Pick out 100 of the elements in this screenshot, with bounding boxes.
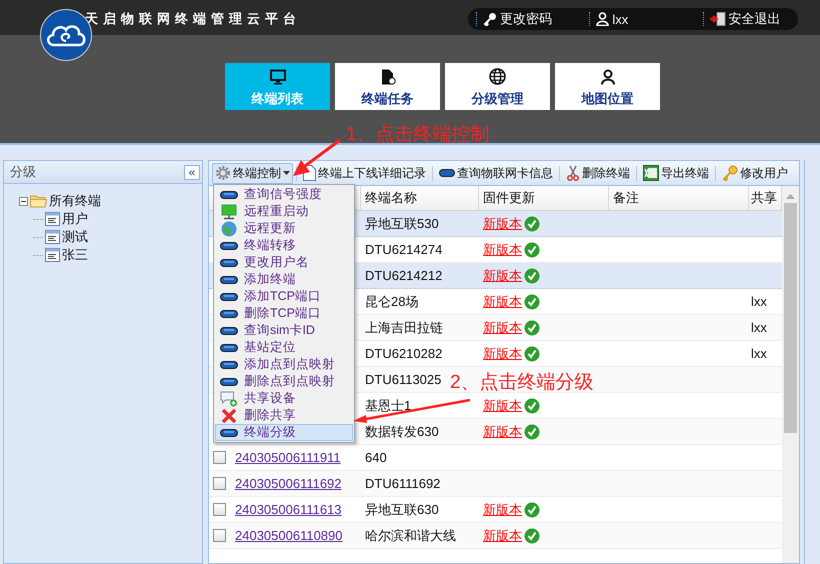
person-icon (600, 68, 616, 84)
table-cell: 异地互联530 (365, 214, 439, 232)
scroll-up-icon[interactable] (786, 194, 795, 199)
firmware-link[interactable]: 新版本 (483, 396, 522, 414)
scrollbar[interactable] (782, 186, 799, 563)
menu-item[interactable]: 查询sim卡ID (215, 322, 353, 339)
device-icon (220, 190, 238, 198)
check-icon (524, 528, 540, 544)
firmware-link[interactable]: 新版本 (483, 526, 522, 544)
menu-item[interactable]: 查询信号强度 (215, 186, 353, 203)
terminal-id-link[interactable]: 240305006110890 (235, 528, 342, 543)
terminal-id-link[interactable]: 240305006111911 (235, 450, 341, 465)
tree-item[interactable]: 张三 (62, 246, 88, 264)
table-cell: 基恩士1 (365, 396, 412, 414)
globe-icon (489, 68, 506, 85)
check-icon (524, 398, 540, 414)
row-checkbox[interactable] (213, 503, 226, 516)
delete-icon (220, 408, 238, 424)
toolbar-button[interactable]: 删除终端 (563, 162, 633, 184)
table-cell: DTU6214274 (365, 242, 442, 257)
menu-item[interactable]: 共享设备 (215, 390, 353, 407)
device-icon (220, 326, 238, 334)
table-cell: DTU6214212 (365, 268, 442, 283)
table-cell: lxx (751, 320, 767, 335)
user-icon (596, 12, 610, 26)
check-icon (524, 268, 540, 284)
row-checkbox[interactable] (213, 477, 226, 490)
firmware-link[interactable]: 新版本 (483, 240, 522, 258)
column-header[interactable]: 备注 (609, 186, 749, 210)
panel-title: 分级 (10, 163, 36, 181)
table-cell: 640 (365, 450, 387, 465)
check-icon (524, 242, 540, 258)
table-cell: 上海吉田拉链 (365, 318, 443, 336)
terminal-id-link[interactable]: 240305006111692 (235, 476, 342, 491)
device-icon (220, 344, 238, 352)
tree-item[interactable]: 用户 (62, 210, 88, 228)
tree-item[interactable]: 所有终端 (49, 192, 101, 210)
scroll-thumb[interactable] (784, 203, 797, 433)
column-header[interactable]: 终端名称 (361, 186, 479, 210)
check-icon (524, 346, 540, 362)
tree-item[interactable]: 测试 (62, 228, 88, 246)
user-bar-link[interactable]: 安全退出 (710, 10, 798, 28)
globe-icon (220, 220, 238, 236)
toolbar-button[interactable]: 修改用户 (719, 162, 791, 184)
file-icon (380, 68, 396, 84)
monitor-icon (270, 68, 286, 84)
collapse-toggle-icon[interactable] (19, 196, 28, 206)
menu-item[interactable]: 远程更新 (215, 220, 353, 237)
table-cell: lxx (751, 294, 767, 309)
device-icon (220, 378, 238, 386)
column-header[interactable]: 固件更新 (479, 186, 609, 210)
menu-item[interactable]: 删除点到点映射 (215, 373, 353, 390)
menu-item[interactable]: 基站定位 (215, 339, 353, 356)
firmware-link[interactable]: 新版本 (483, 318, 522, 336)
check-icon (524, 320, 540, 336)
spreadsheet-icon (643, 165, 659, 181)
collapse-button[interactable]: « (184, 164, 200, 180)
row-checkbox[interactable] (213, 529, 226, 542)
share-icon (220, 390, 238, 406)
caret-icon (283, 171, 290, 175)
gear-icon (215, 165, 231, 181)
menu-item[interactable]: 添加TCP端口 (215, 288, 353, 305)
user-bar-link[interactable]: 更改密码 (483, 10, 572, 28)
device-icon (220, 258, 238, 266)
key-icon (722, 165, 738, 181)
terminal-id-link[interactable]: 240305006111613 (235, 502, 342, 517)
firmware-link[interactable]: 新版本 (483, 500, 522, 518)
nav-tab[interactable]: 终端任务 (335, 63, 440, 110)
device-icon (220, 242, 238, 250)
table-cell: 异地互联630 (365, 500, 439, 518)
annotation-text: 2、点击终端分级 (450, 371, 594, 395)
folder-icon (30, 194, 47, 208)
table-row[interactable]: 240305006110890 哈尔滨和谐大线 新版本 (209, 523, 782, 549)
annotation-text: 1、点击终端控制 (346, 123, 490, 147)
table-cell: 数据转发630 (365, 422, 439, 440)
nav-tab[interactable]: 分级管理 (445, 63, 550, 110)
nav-tab[interactable]: 地图位置 (555, 63, 660, 110)
table-row[interactable]: 240305006111692 DTU6111692 (209, 471, 782, 497)
device-icon (220, 310, 238, 318)
menu-item[interactable]: 终端转移 (215, 237, 353, 254)
firmware-link[interactable]: 新版本 (483, 344, 522, 362)
card-icon (439, 169, 455, 177)
table-cell: DTU6210282 (365, 346, 442, 361)
device-icon (220, 428, 238, 436)
key-icon (483, 12, 497, 26)
menu-item[interactable]: 添加终端 (215, 271, 353, 288)
menu-item[interactable]: 终端分级 (215, 424, 353, 441)
toolbar-button[interactable]: 导出终端 (640, 162, 712, 184)
toolbar-button[interactable]: 终端控制 (212, 162, 293, 184)
firmware-link[interactable]: 新版本 (483, 422, 522, 440)
device-icon (220, 276, 238, 284)
firmware-link[interactable]: 新版本 (483, 292, 522, 310)
exit-icon (710, 12, 726, 26)
user-bar-link[interactable]: lxx (596, 12, 685, 26)
check-icon (524, 294, 540, 310)
table-cell: DTU6113025 (365, 372, 442, 387)
toolbar-button[interactable]: 查询物联网卡信息 (436, 162, 556, 184)
row-checkbox[interactable] (213, 451, 226, 464)
check-icon (524, 216, 540, 232)
check-icon (524, 502, 540, 518)
